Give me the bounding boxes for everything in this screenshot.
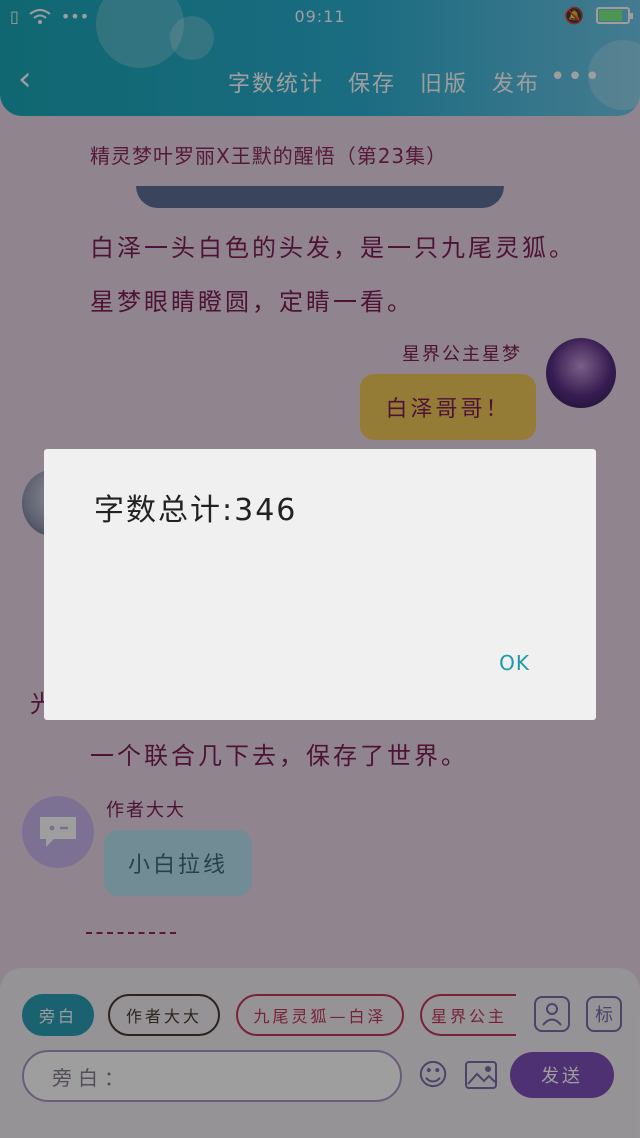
ok-button[interactable]: OK	[499, 651, 530, 675]
dialog-message: 字数总计:346	[94, 493, 298, 528]
word-count-dialog: 字数总计:346 OK	[44, 449, 596, 720]
